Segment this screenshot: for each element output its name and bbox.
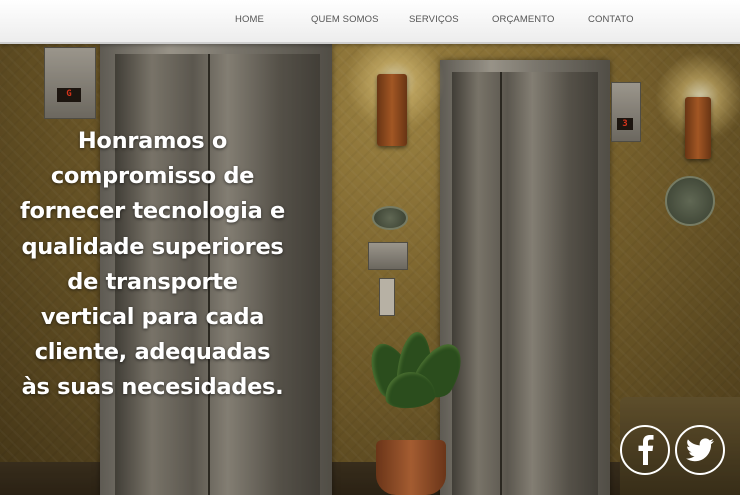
nav-home-link[interactable]: HOME [235, 14, 264, 25]
hero-headline: Honramos o compromisso de fornecer tecno… [20, 128, 285, 401]
facebook-button[interactable] [620, 425, 670, 475]
nav-quem-somos-link[interactable]: QUEM SOMOS [311, 14, 379, 25]
hero-section: G 3 Honramos o compromisso de fornecer t… [0, 42, 740, 495]
twitter-button[interactable] [675, 425, 725, 475]
nav-orcamento-link[interactable]: ORÇAMENTO [492, 14, 554, 25]
nav-servicos-link[interactable]: SERVIÇOS [409, 14, 459, 25]
twitter-icon [686, 438, 714, 462]
top-navbar: HOME QUEM SOMOS SERVIÇOS ORÇAMENTO CONTA… [0, 0, 740, 44]
nav-contato-link[interactable]: CONTATO [588, 14, 634, 25]
facebook-icon [638, 435, 654, 465]
